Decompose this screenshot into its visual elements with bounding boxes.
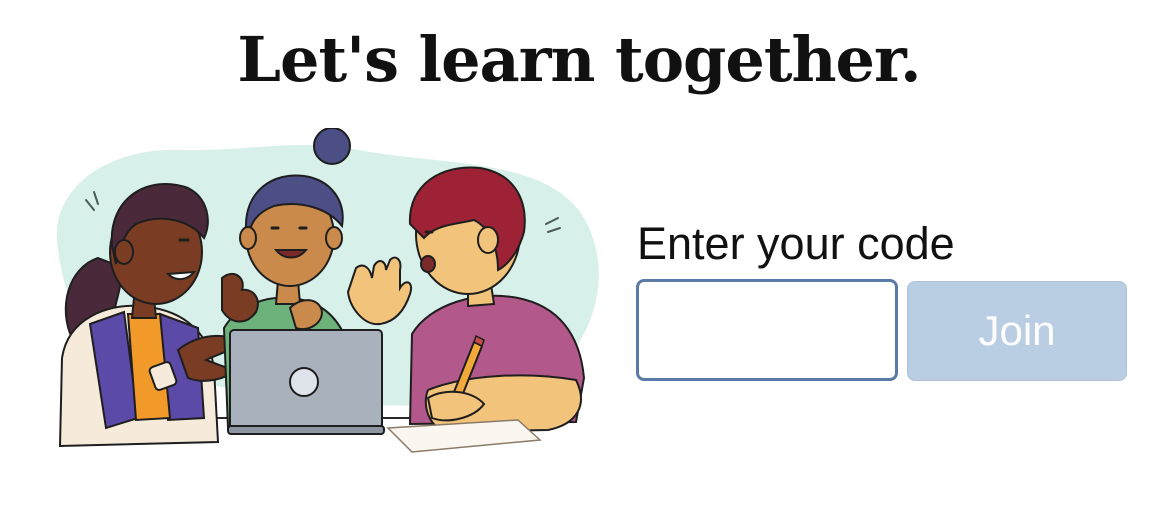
join-page: Let's learn together. Enter your code Jo… xyxy=(0,0,1158,528)
code-label: Enter your code xyxy=(637,218,955,269)
laptop xyxy=(227,329,385,435)
join-panel: Enter your code Join xyxy=(636,212,1136,392)
students-collaborating-illustration xyxy=(56,128,599,453)
code-input[interactable] xyxy=(636,279,898,381)
join-button[interactable]: Join xyxy=(907,281,1127,381)
page-title: Let's learn together. xyxy=(237,23,921,96)
